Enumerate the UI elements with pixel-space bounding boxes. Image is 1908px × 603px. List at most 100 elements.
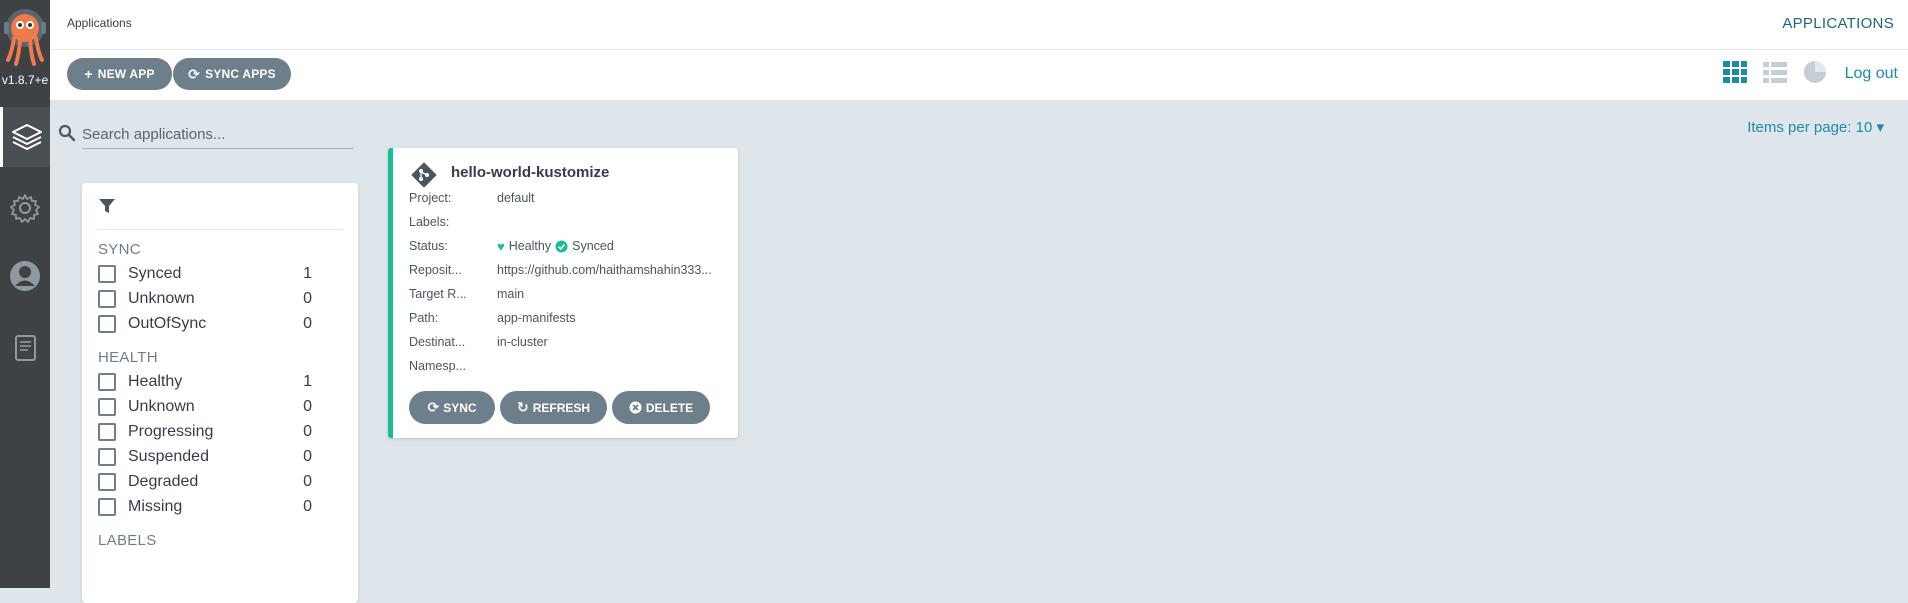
app-field-destination: Destinat... in-cluster xyxy=(409,333,734,351)
field-value: https://github.com/haithamshahin333... xyxy=(497,263,712,277)
nav-user-info[interactable] xyxy=(0,246,50,306)
sync-icon: ⟳ xyxy=(427,399,440,415)
filter-count: 0 xyxy=(303,290,312,307)
filter-label: Synced xyxy=(128,265,182,282)
sync-icon: ⟳ xyxy=(188,65,201,82)
filter-count: 0 xyxy=(303,398,312,415)
sync-status: Synced xyxy=(572,239,614,253)
health-section-title: HEALTH xyxy=(98,349,158,366)
search-input[interactable] xyxy=(82,120,354,149)
delete-button-label: DELETE xyxy=(645,400,694,415)
health-status: Healthy xyxy=(508,239,552,253)
nav-applications[interactable] xyxy=(0,107,50,167)
app-field-target-revision: Target R... main xyxy=(409,285,734,303)
filter-count: 0 xyxy=(303,448,312,465)
plus-icon: + xyxy=(84,66,93,82)
breadcrumb[interactable]: Applications xyxy=(67,16,132,30)
filter-health-suspended[interactable]: Suspended 0 xyxy=(98,446,312,468)
toolbar: + NEW APP ⟳ SYNC APPS Log out xyxy=(50,50,1908,100)
app-delete-button[interactable]: DELETE xyxy=(612,391,710,424)
filter-label: Unknown xyxy=(128,398,195,415)
search-icon xyxy=(58,124,76,142)
field-key: Path: xyxy=(409,311,439,325)
times-circle-icon xyxy=(629,401,642,414)
checkbox[interactable] xyxy=(98,473,116,491)
filter-count: 0 xyxy=(303,498,312,515)
summary-pie-icon[interactable] xyxy=(1802,59,1828,85)
filters-divider xyxy=(98,229,342,230)
filter-health-unknown[interactable]: Unknown 0 xyxy=(98,396,312,418)
field-key: Target R... xyxy=(409,287,467,301)
sync-button-label: SYNC xyxy=(443,400,477,415)
field-key: Project: xyxy=(409,191,452,205)
app-field-status: Status: ♥ Healthy Synced xyxy=(409,237,734,255)
field-key: Destinat... xyxy=(409,335,466,349)
field-value: main xyxy=(497,287,525,301)
logout-link[interactable]: Log out xyxy=(1845,65,1898,83)
filter-health-degraded[interactable]: Degraded 0 xyxy=(98,471,312,493)
checkbox[interactable] xyxy=(98,373,116,391)
checkbox[interactable] xyxy=(98,498,116,516)
field-value: in-cluster xyxy=(497,335,548,349)
filter-count: 0 xyxy=(303,315,312,332)
app-field-project: Project: default xyxy=(409,189,734,207)
app-field-namespace: Namesp... xyxy=(409,357,734,375)
filter-label: Progressing xyxy=(128,423,214,440)
list-view-icon[interactable] xyxy=(1762,59,1788,85)
field-key: Reposit... xyxy=(409,263,462,277)
filter-label: OutOfSync xyxy=(128,315,207,332)
filters-panel: SYNC Synced 1 Unknown 0 OutOfSync 0 HEAL… xyxy=(82,183,358,603)
application-tile[interactable]: hello-world-kustomize Project: default L… xyxy=(388,148,738,438)
nav-documentation[interactable] xyxy=(0,318,50,378)
filter-count: 1 xyxy=(303,373,312,390)
field-key: Status: xyxy=(409,239,448,253)
filter-count: 1 xyxy=(303,265,312,282)
filter-sync-outofsync[interactable]: OutOfSync 0 xyxy=(98,313,312,335)
new-app-button[interactable]: + NEW APP xyxy=(67,58,172,90)
filter-label: Healthy xyxy=(128,373,183,390)
app-field-path: Path: app-manifests xyxy=(409,309,734,327)
tiles-view-icon[interactable] xyxy=(1722,59,1748,85)
layers-icon xyxy=(11,124,42,150)
heart-icon: ♥ xyxy=(497,238,505,254)
filter-health-healthy[interactable]: Healthy 1 xyxy=(98,371,312,393)
filter-label: Unknown xyxy=(128,290,195,307)
app-field-repository: Reposit... https://github.com/haithamsha… xyxy=(409,261,734,279)
new-app-label: NEW APP xyxy=(97,67,155,81)
sync-apps-button[interactable]: ⟳ SYNC APPS xyxy=(173,58,291,90)
search-bar xyxy=(58,120,358,150)
page-title: APPLICATIONS xyxy=(1782,15,1894,32)
items-per-page-label: Items per page: 10 xyxy=(1747,119,1873,136)
checkbox[interactable] xyxy=(98,290,116,308)
filter-sync-synced[interactable]: Synced 1 xyxy=(98,263,312,285)
docs-book-icon xyxy=(15,335,36,361)
caret-down-icon: ▾ xyxy=(1876,119,1884,136)
app-name[interactable]: hello-world-kustomize xyxy=(451,164,609,181)
checkbox[interactable] xyxy=(98,315,116,333)
app-sync-button[interactable]: ⟳ SYNC xyxy=(409,391,495,424)
gear-icon xyxy=(10,194,40,223)
checkbox[interactable] xyxy=(98,265,116,283)
app-refresh-button[interactable]: ↻ REFRESH xyxy=(500,391,607,424)
checkbox[interactable] xyxy=(98,398,116,416)
filter-funnel-icon xyxy=(99,199,115,213)
filter-health-missing[interactable]: Missing 0 xyxy=(98,496,312,518)
argo-logo-icon xyxy=(4,9,46,66)
sync-apps-label: SYNC APPS xyxy=(205,67,276,81)
field-value: ♥ Healthy Synced xyxy=(497,239,734,254)
filter-label: Degraded xyxy=(128,473,199,490)
nav-settings[interactable] xyxy=(0,178,50,238)
refresh-button-label: REFRESH xyxy=(532,400,591,415)
items-per-page-dropdown[interactable]: Items per page: 10 ▾ xyxy=(1747,118,1884,136)
git-icon xyxy=(411,162,437,188)
field-value: app-manifests xyxy=(497,311,576,325)
filter-count: 0 xyxy=(303,423,312,440)
version-label: v1.8.7+e xyxy=(1,73,49,87)
check-circle-icon xyxy=(555,240,568,252)
checkbox[interactable] xyxy=(98,448,116,466)
filter-sync-unknown[interactable]: Unknown 0 xyxy=(98,288,312,310)
filter-health-progressing[interactable]: Progressing 0 xyxy=(98,421,312,443)
field-value: default xyxy=(497,191,535,205)
checkbox[interactable] xyxy=(98,423,116,441)
user-avatar-icon xyxy=(10,261,40,291)
